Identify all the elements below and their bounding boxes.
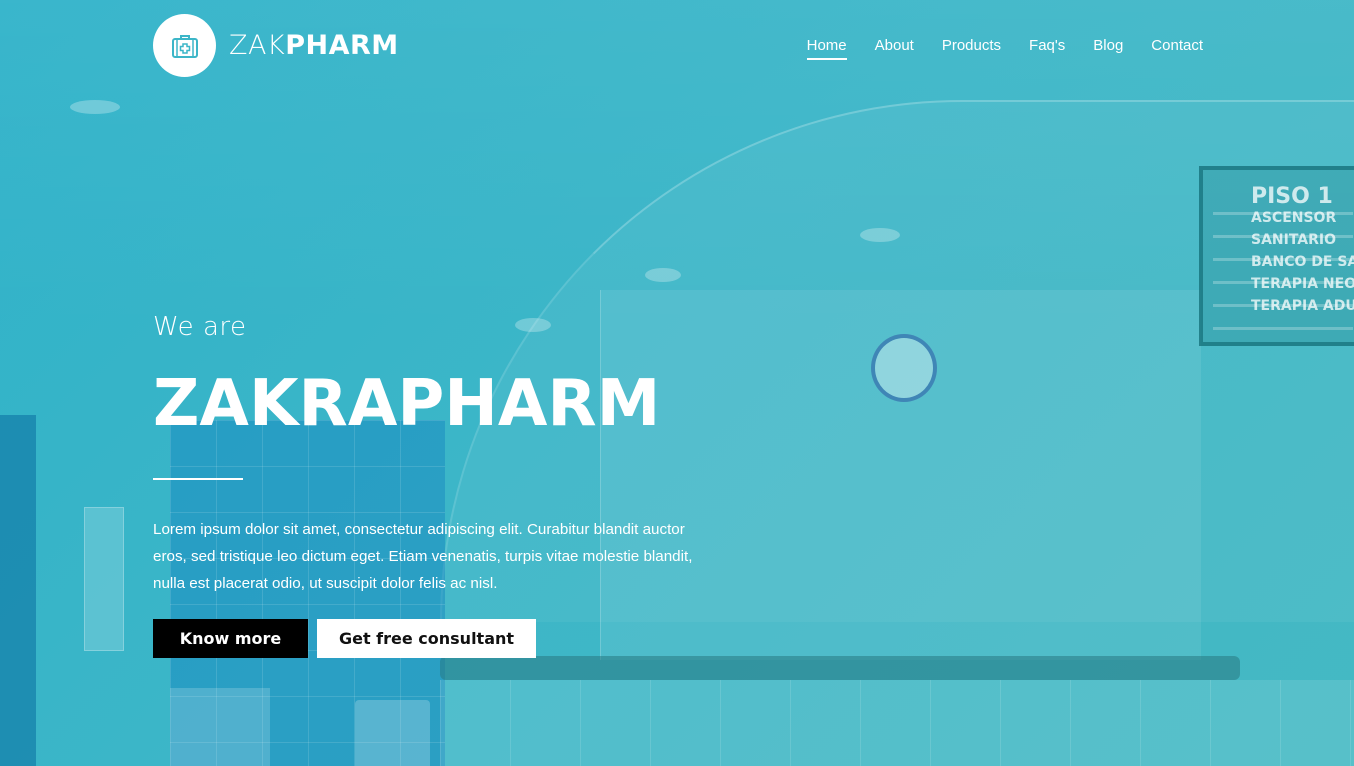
floor-sign-lines bbox=[1213, 212, 1353, 332]
ceiling-light bbox=[70, 100, 120, 114]
site-header: ZAKPHARM Home About Products Faq's Blog … bbox=[153, 14, 1203, 77]
reception-counter-front bbox=[440, 680, 1354, 766]
water-fountain bbox=[170, 688, 270, 766]
hero-section: PISO 1 ASCENSOR SANITARIO BANCO DE SA TERAPI… bbox=[0, 0, 1354, 766]
title-divider bbox=[153, 478, 243, 480]
door bbox=[0, 415, 36, 766]
nav-products[interactable]: Products bbox=[942, 37, 1001, 60]
logo[interactable]: ZAKPHARM bbox=[153, 14, 399, 77]
ceiling-light bbox=[860, 228, 900, 242]
logo-text-bold: PHARM bbox=[285, 30, 399, 61]
medical-kit-icon bbox=[171, 34, 198, 58]
sign-line: SANITARIO bbox=[1251, 232, 1337, 248]
know-more-button[interactable]: Know more bbox=[153, 619, 308, 658]
reception-counter-top bbox=[440, 656, 1240, 680]
trash-bin bbox=[355, 700, 430, 766]
ceiling-light bbox=[645, 268, 681, 282]
logo-wordmark: ZAKPHARM bbox=[229, 30, 399, 61]
wall-clock bbox=[871, 334, 937, 402]
logo-text-light: ZAK bbox=[229, 30, 286, 61]
hero-description: Lorem ipsum dolor sit amet, consectetur … bbox=[153, 521, 693, 592]
get-free-consultant-button[interactable]: Get free consultant bbox=[317, 619, 536, 658]
hero-title: ZAKRAPHARM bbox=[153, 367, 661, 441]
sign-heading: PISO 1 bbox=[1251, 184, 1333, 209]
hero-content: We are ZAKRAPHARM Lorem ipsum dolor sit … bbox=[153, 310, 753, 612]
nav-home[interactable]: Home bbox=[806, 37, 847, 60]
logo-badge bbox=[153, 14, 216, 77]
hero-buttons: Know more Get free consultant bbox=[153, 619, 536, 658]
sign-line: TERAPIA NEO bbox=[1251, 276, 1354, 292]
hero-kicker: We are bbox=[153, 312, 247, 342]
main-nav: Home About Products Faq's Blog Contact bbox=[779, 37, 1203, 60]
nav-contact[interactable]: Contact bbox=[1151, 37, 1203, 60]
sign-line: ASCENSOR bbox=[1251, 210, 1337, 226]
elevator-panel bbox=[84, 507, 124, 651]
nav-about[interactable]: About bbox=[875, 37, 914, 60]
sign-line: BANCO DE SA bbox=[1251, 254, 1354, 270]
sign-line: TERAPIA ADU bbox=[1251, 298, 1354, 314]
floor-sign: PISO 1 ASCENSOR SANITARIO BANCO DE SA TERAPI… bbox=[1199, 166, 1354, 346]
nav-blog[interactable]: Blog bbox=[1093, 37, 1123, 60]
nav-faqs[interactable]: Faq's bbox=[1029, 37, 1065, 60]
